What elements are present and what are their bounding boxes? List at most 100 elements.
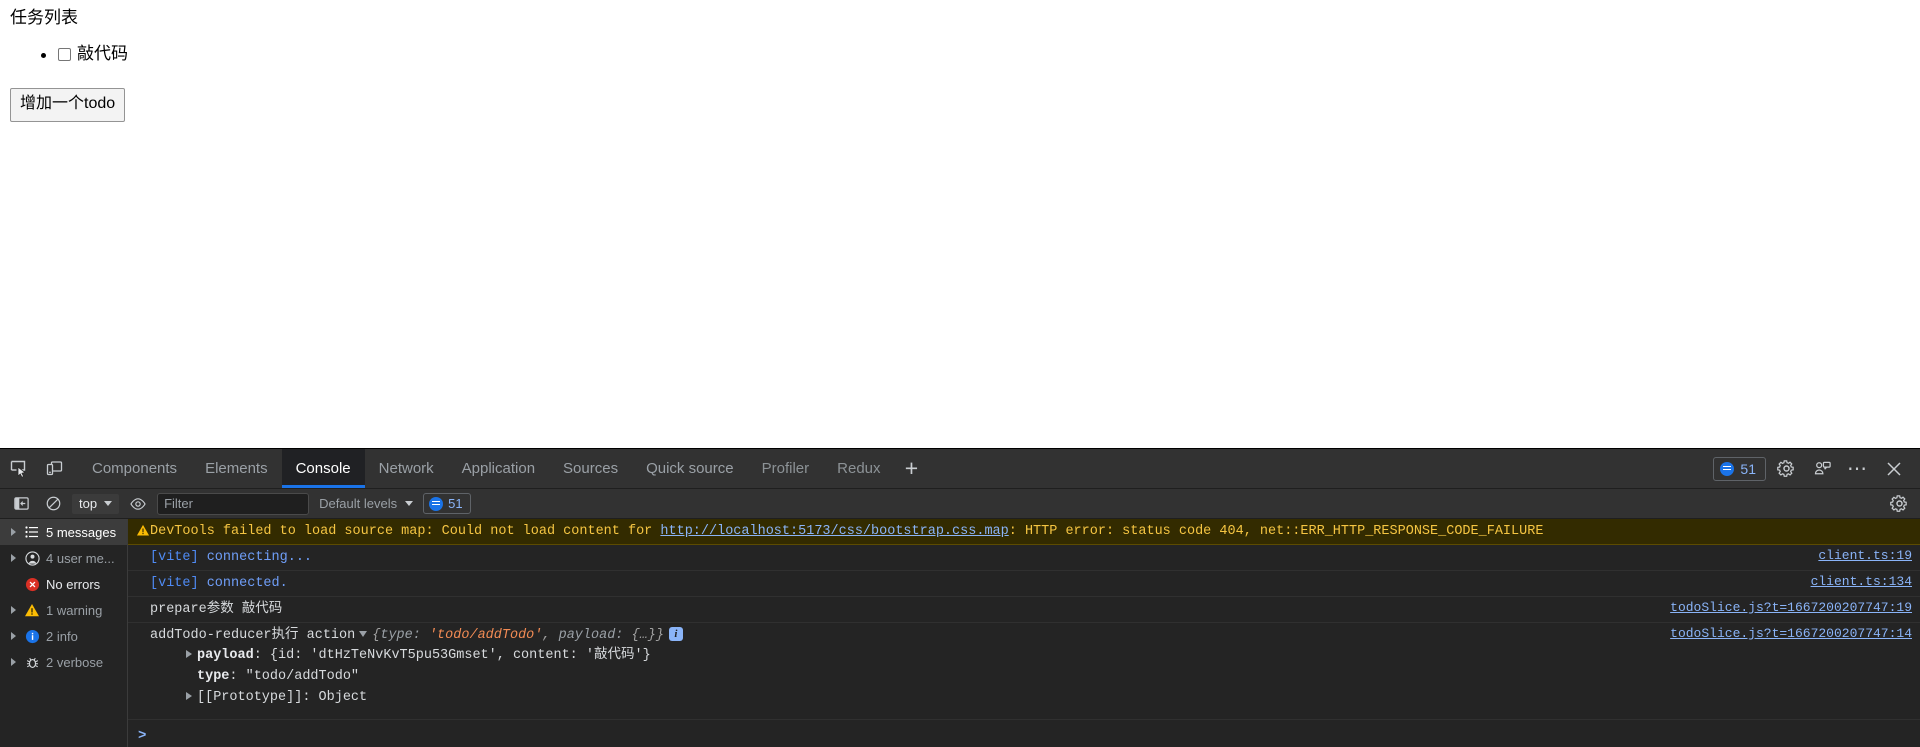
console-settings-gear-icon[interactable]	[1886, 492, 1912, 516]
sidebar-item-label: 2 verbose	[46, 655, 103, 670]
more-options-dots: ⋯	[1847, 465, 1869, 473]
speech-bubble-icon	[429, 497, 443, 511]
clear-console-icon[interactable]	[40, 492, 66, 516]
chevron-right-icon[interactable]	[8, 658, 18, 666]
execution-context-value: top	[79, 496, 97, 511]
execution-context-select[interactable]: top	[72, 494, 119, 514]
console-sidebar-toggle-icon[interactable]	[8, 492, 34, 516]
message-count-badge[interactable]: 51	[1713, 457, 1766, 481]
console-input-prompt[interactable]: >	[128, 719, 1920, 747]
console-body: 5 messages 4 user me...	[0, 519, 1920, 747]
chevron-down-icon	[405, 501, 413, 506]
source-map-link[interactable]: http://localhost:5173/css/bootstrap.css.…	[660, 524, 1008, 539]
tab-network[interactable]: Network	[365, 449, 448, 488]
add-todo-button[interactable]: 增加一个todo	[10, 88, 125, 122]
warning-text-after: : HTTP error: status code 404, net::ERR_…	[1009, 524, 1544, 539]
devtools-toolbar-right: 51 ⋯	[1713, 449, 1920, 488]
chevron-down-icon	[104, 501, 112, 506]
browser-page-viewport: 任务列表 敲代码 增加一个todo	[0, 0, 1920, 448]
close-devtools-icon[interactable]	[1878, 453, 1910, 485]
more-options-icon[interactable]: ⋯	[1842, 453, 1874, 485]
source-link[interactable]: client.ts:19	[1800, 548, 1912, 563]
console-message-row[interactable]: prepare参数 敲代码 todoSlice.js?t=16672002077…	[128, 597, 1920, 623]
todo-checkbox[interactable]	[58, 48, 71, 61]
add-tab-button[interactable]: +	[895, 449, 929, 488]
console-message-object-row[interactable]: addTodo-reducer执行 action{type: 'todo/add…	[128, 623, 1920, 708]
console-message-warning[interactable]: DevTools failed to load source map: Coul…	[128, 519, 1920, 545]
chevron-right-icon[interactable]	[8, 632, 18, 640]
object-expand-toggle[interactable]	[359, 631, 367, 637]
chevron-right-icon[interactable]	[8, 554, 18, 562]
sidebar-item-user-messages[interactable]: 4 user me...	[0, 545, 127, 571]
expand-toggle-icon[interactable]	[186, 650, 192, 658]
settings-gear-icon[interactable]	[1770, 453, 1802, 485]
filter-input[interactable]	[157, 493, 309, 515]
source-link[interactable]: client.ts:134	[1793, 574, 1912, 589]
property-key: payload	[197, 648, 254, 663]
live-expression-icon[interactable]	[125, 492, 151, 516]
chevron-right-icon[interactable]	[8, 606, 18, 614]
devtools-tabs: Components Elements Console Network Appl…	[78, 449, 1713, 488]
property-value: : "todo/addTodo"	[229, 669, 359, 684]
sidebar-item-label: No errors	[46, 577, 100, 592]
console-message-count-badge[interactable]: 51	[423, 493, 470, 514]
sidebar-item-messages[interactable]: 5 messages	[0, 519, 127, 545]
log-levels-value: Default levels	[319, 496, 397, 511]
console-message-row[interactable]: [vite] connected. client.ts:134	[128, 571, 1920, 597]
object-expanded-properties: payload: {id: 'dtHzTeNvKvT5pu53Gmset', c…	[138, 645, 1912, 708]
object-property-type[interactable]: type: "todo/addTodo"	[182, 666, 1912, 687]
console-toolbar: top Default levels 51	[0, 489, 1920, 519]
warning-text-before: DevTools failed to load source map: Coul…	[150, 524, 660, 539]
tab-sources[interactable]: Sources	[549, 449, 632, 488]
object-property-payload[interactable]: payload: {id: 'dtHzTeNvKvT5pu53Gmset', c…	[182, 645, 1912, 666]
todo-label: 敲代码	[77, 42, 128, 66]
property-key: [[Prototype]]	[197, 690, 302, 705]
warning-message-text: DevTools failed to load source map: Coul…	[138, 522, 1912, 541]
info-icon[interactable]: i	[669, 627, 683, 641]
message-count: 51	[1740, 461, 1756, 477]
object-preview-separator: ,	[542, 628, 558, 643]
console-message-list: DevTools failed to load source map: Coul…	[128, 519, 1920, 747]
todo-list: 敲代码	[58, 42, 1910, 68]
property-key: type	[197, 669, 229, 684]
object-preview-type-value: 'todo/addTodo'	[421, 628, 543, 643]
vite-text: connected.	[199, 576, 288, 591]
source-link[interactable]: todoSlice.js?t=1667200207747:14	[1652, 626, 1912, 641]
verbose-bug-icon	[23, 655, 41, 670]
source-link[interactable]: todoSlice.js?t=1667200207747:19	[1652, 600, 1912, 615]
sidebar-item-label: 4 user me...	[46, 551, 115, 566]
vite-tag: [vite]	[150, 550, 199, 565]
chevron-right-icon[interactable]	[8, 528, 18, 536]
console-sidebar: 5 messages 4 user me...	[0, 519, 128, 747]
sidebar-item-label: 5 messages	[46, 525, 116, 540]
tab-quick-source[interactable]: Quick source	[632, 449, 748, 488]
tab-elements[interactable]: Elements	[191, 449, 282, 488]
devtools-tab-bar: Components Elements Console Network Appl…	[0, 449, 1920, 489]
vite-connected-text: [vite] connected.	[138, 574, 1793, 593]
sidebar-item-info[interactable]: 2 info	[0, 623, 127, 649]
sidebar-item-errors[interactable]: No errors	[0, 571, 127, 597]
sidebar-item-warnings[interactable]: 1 warning	[0, 597, 127, 623]
inspect-element-icon[interactable]	[0, 449, 36, 488]
tab-profiler[interactable]: Profiler	[748, 449, 824, 488]
property-value: : Object	[302, 690, 367, 705]
tab-redux[interactable]: Redux	[823, 449, 894, 488]
object-preview-type-key: type:	[380, 628, 421, 643]
object-property-prototype[interactable]: [[Prototype]]: Object	[182, 687, 1912, 708]
tab-application[interactable]: Application	[448, 449, 549, 488]
device-toolbar-icon[interactable]	[36, 449, 72, 488]
page-title: 任务列表	[10, 8, 1910, 28]
customize-devtools-icon[interactable]	[1806, 453, 1838, 485]
sidebar-item-verbose[interactable]: 2 verbose	[0, 649, 127, 675]
console-message-row[interactable]: [vite] connecting... client.ts:19	[128, 545, 1920, 571]
tab-console[interactable]: Console	[282, 449, 365, 488]
prompt-chevron-icon: >	[138, 728, 146, 744]
object-preview-payload-value: {…}	[623, 628, 655, 643]
log-levels-select[interactable]: Default levels	[315, 496, 417, 511]
list-icon	[23, 525, 41, 539]
expand-toggle-icon[interactable]	[186, 692, 192, 700]
tab-components[interactable]: Components	[78, 449, 191, 488]
action-prefix: addTodo-reducer执行 action	[150, 628, 355, 643]
action-log-line: addTodo-reducer执行 action{type: 'todo/add…	[138, 626, 1652, 645]
console-message-count: 51	[448, 496, 462, 511]
